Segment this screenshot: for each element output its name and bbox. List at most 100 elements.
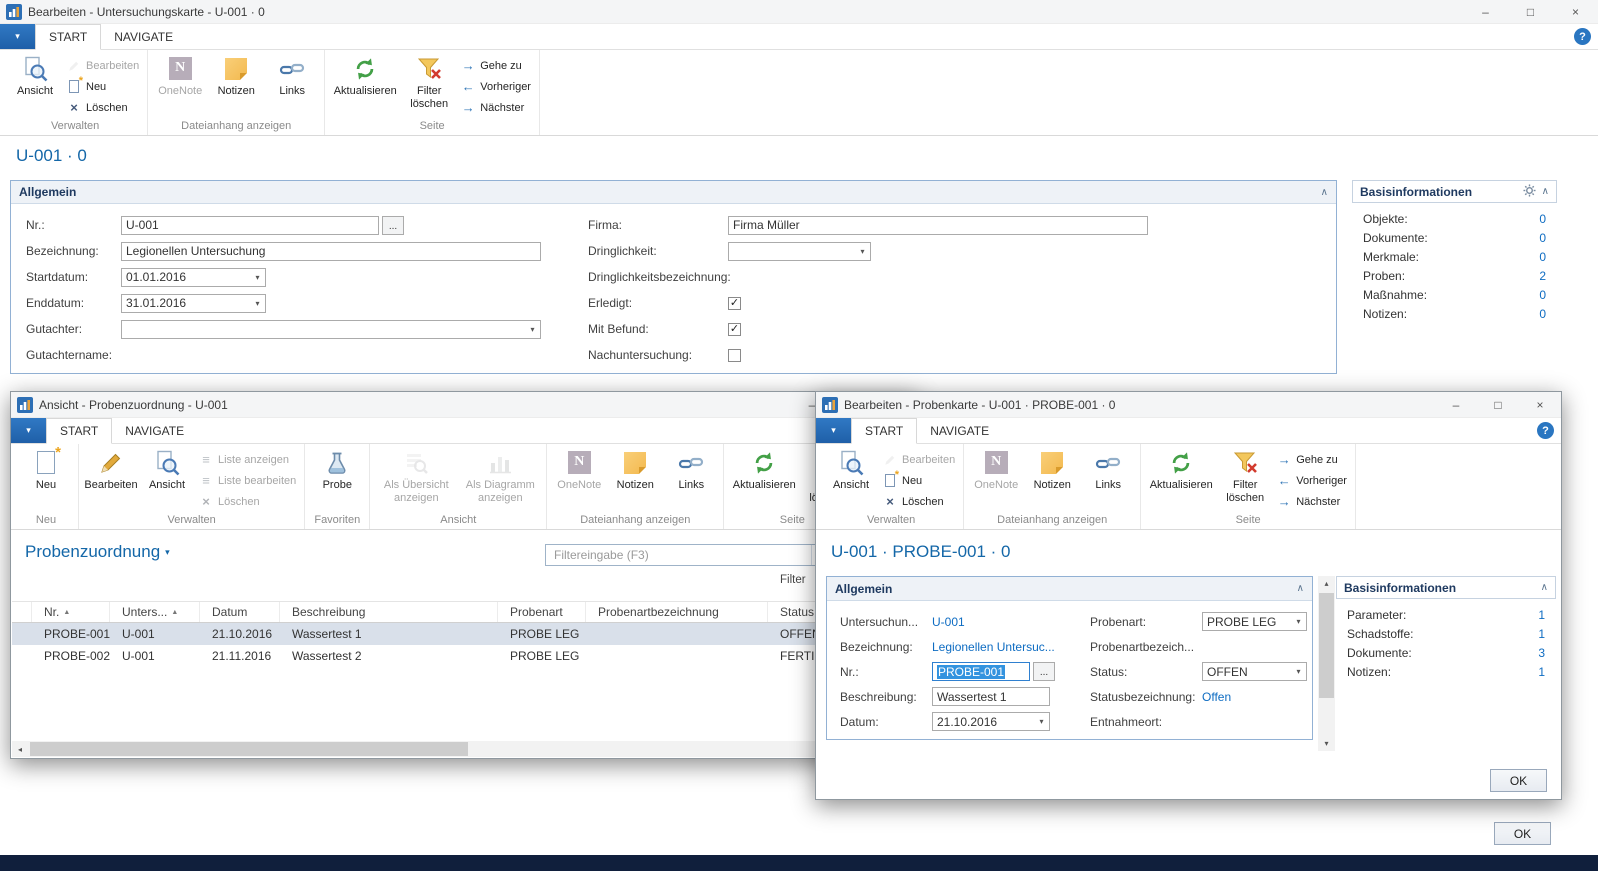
chevron-down-icon[interactable]: ▾ — [250, 295, 265, 312]
collapse-icon[interactable]: ∧ — [1542, 186, 1549, 197]
beschreibung-input[interactable]: Wassertest 1 — [932, 687, 1050, 706]
minimize-button[interactable]: – — [1435, 392, 1477, 417]
column-header-probenart[interactable]: Probenart — [498, 602, 586, 622]
minimize-button[interactable]: – — [1463, 0, 1508, 23]
notizen-button[interactable]: Notizen — [607, 447, 663, 493]
factbox-item-value[interactable]: 1 — [1538, 665, 1545, 679]
collapse-icon[interactable]: ∧ — [1321, 187, 1328, 198]
probe-button[interactable]: Probe — [309, 447, 365, 493]
neu-button[interactable]: * Neu — [67, 77, 139, 96]
scrollbar-thumb[interactable] — [30, 742, 468, 756]
notizen-button[interactable]: Notizen — [208, 53, 264, 99]
column-header-nr[interactable]: Nr.▲ — [32, 602, 110, 622]
cell-probenart[interactable]: PROBE LEG — [498, 627, 586, 641]
factbox-item-value[interactable]: 0 — [1539, 250, 1546, 264]
startdatum-select[interactable]: 01.01.2016 ▾ — [121, 268, 266, 287]
factbox-header[interactable]: Basisinformationen ∧ — [1336, 576, 1556, 599]
caption-caret-icon[interactable]: ▾ — [165, 547, 170, 558]
maximize-button[interactable]: □ — [1508, 0, 1553, 23]
scroll-up-icon[interactable]: ▴ — [1318, 576, 1335, 591]
help-icon[interactable]: ? — [1574, 28, 1591, 45]
column-header-datum[interactable]: Datum — [200, 602, 280, 622]
nr-input[interactable]: PROBE-001 — [932, 662, 1030, 681]
firma-input[interactable]: Firma Müller — [728, 216, 1148, 235]
nachuntersuchung-checkbox[interactable] — [728, 349, 741, 362]
aktualisieren-button[interactable]: Aktualisieren — [1145, 447, 1217, 493]
assist-edit-button[interactable]: ... — [1033, 662, 1055, 681]
assist-edit-button[interactable]: ... — [382, 216, 404, 235]
probenart-select[interactable]: PROBE LEG ▾ — [1202, 612, 1307, 631]
loeschen-button[interactable]: × Löschen — [67, 98, 139, 117]
gehe-zu-button[interactable]: → Gehe zu — [461, 56, 531, 75]
cell-untersuchung[interactable]: U-001 — [110, 627, 200, 641]
nr-input[interactable]: U-001 — [121, 216, 379, 235]
factbox-item-value[interactable]: 0 — [1539, 288, 1546, 302]
ansicht-button[interactable]: Ansicht — [7, 53, 63, 99]
gutachter-select[interactable]: ▾ — [121, 320, 541, 339]
app-menu-button[interactable]: ▾ — [816, 418, 851, 443]
cell-beschreibung[interactable]: Wassertest 2 — [280, 649, 498, 663]
cell-beschreibung[interactable]: Wassertest 1 — [280, 627, 498, 641]
notizen-button[interactable]: Notizen — [1024, 447, 1080, 493]
tab-navigate[interactable]: NAVIGATE — [917, 418, 1002, 443]
tab-start[interactable]: START — [46, 418, 112, 444]
table-row[interactable]: PROBE-002 U-001 21.11.2016 Wassertest 2 … — [12, 645, 916, 667]
factbox-item-value[interactable]: 0 — [1539, 231, 1546, 245]
cell-nr[interactable]: PROBE-001 — [32, 627, 110, 641]
scroll-down-icon[interactable]: ▾ — [1318, 736, 1335, 751]
naechster-button[interactable]: → Nächster — [461, 98, 531, 117]
filter-loeschen-button[interactable]: Filter löschen — [1217, 447, 1273, 505]
app-menu-button[interactable]: ▾ — [0, 24, 35, 49]
bezeichnung-link[interactable]: Legionellen Untersuc... — [932, 640, 1055, 654]
tab-navigate[interactable]: NAVIGATE — [112, 418, 197, 443]
chevron-down-icon[interactable]: ▾ — [525, 321, 540, 338]
ansicht-button[interactable]: Ansicht — [139, 447, 195, 493]
cell-untersuchung[interactable]: U-001 — [110, 649, 200, 663]
gehe-zu-button[interactable]: → Gehe zu — [1277, 450, 1347, 469]
column-header-probenartbezeichnung[interactable]: Probenartbezeichnung — [586, 602, 768, 622]
cell-probenart[interactable]: PROBE LEG — [498, 649, 586, 663]
chevron-down-icon[interactable]: ▾ — [1291, 663, 1306, 680]
untersuchung-link[interactable]: U-001 — [932, 615, 965, 629]
factbox-item-value[interactable]: 0 — [1539, 212, 1546, 226]
tab-start[interactable]: START — [35, 24, 101, 50]
horizontal-scrollbar[interactable]: ◂ — [12, 741, 916, 757]
tab-navigate[interactable]: NAVIGATE — [101, 24, 186, 49]
naechster-button[interactable]: → Nächster — [1277, 492, 1347, 511]
factbox-item-value[interactable]: 0 — [1539, 307, 1546, 321]
loeschen-button[interactable]: × Löschen — [883, 492, 955, 511]
ansicht-button[interactable]: Ansicht — [823, 447, 879, 493]
status-select[interactable]: OFFEN ▾ — [1202, 662, 1307, 681]
dringlichkeit-select[interactable]: ▾ — [728, 242, 871, 261]
ok-button[interactable]: OK — [1494, 822, 1551, 845]
table-row[interactable]: PROBE-001 U-001 21.10.2016 Wassertest 1 … — [12, 623, 916, 645]
chevron-down-icon[interactable]: ▾ — [1291, 613, 1306, 630]
collapse-icon[interactable]: ∧ — [1541, 582, 1548, 593]
vorheriger-button[interactable]: ← Vorheriger — [461, 77, 531, 96]
close-button[interactable]: × — [1519, 392, 1561, 417]
enddatum-select[interactable]: 31.01.2016 ▾ — [121, 294, 266, 313]
column-header-beschreibung[interactable]: Beschreibung — [280, 602, 498, 622]
links-button[interactable]: Links — [663, 447, 719, 493]
scrollbar-thumb[interactable] — [1319, 593, 1334, 698]
fasttab-header[interactable]: Allgemein ∧ — [827, 577, 1312, 601]
cell-datum[interactable]: 21.10.2016 — [200, 627, 280, 641]
setup-icon[interactable] — [1523, 184, 1536, 200]
filter-input[interactable]: Filtereingabe (F3) — [546, 548, 811, 562]
tab-start[interactable]: START — [851, 418, 917, 444]
neu-button[interactable]: * Neu — [883, 471, 955, 490]
links-button[interactable]: Links — [264, 53, 320, 99]
links-button[interactable]: Links — [1080, 447, 1136, 493]
help-icon[interactable]: ? — [1537, 422, 1554, 439]
factbox-item-value[interactable]: 1 — [1538, 608, 1545, 622]
aktualisieren-button[interactable]: Aktualisieren — [329, 53, 401, 99]
bezeichnung-input[interactable]: Legionellen Untersuchung — [121, 242, 541, 261]
erledigt-checkbox[interactable]: ✓ — [728, 297, 741, 310]
vorheriger-button[interactable]: ← Vorheriger — [1277, 471, 1347, 490]
factbox-item-value[interactable]: 3 — [1538, 646, 1545, 660]
cell-nr[interactable]: PROBE-002 — [32, 649, 110, 663]
fasttab-header[interactable]: Allgemein ∧ — [11, 181, 1336, 204]
factbox-item-value[interactable]: 2 — [1539, 269, 1546, 283]
chevron-down-icon[interactable]: ▾ — [1034, 713, 1049, 730]
app-menu-button[interactable]: ▾ — [11, 418, 46, 443]
